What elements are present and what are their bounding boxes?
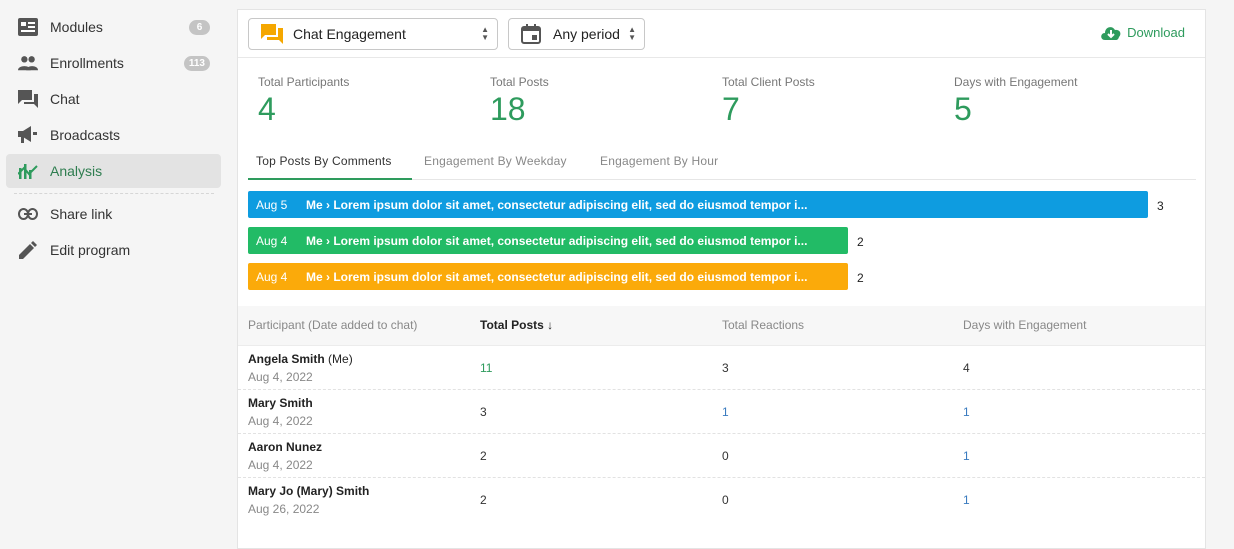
sidebar-item-edit-program[interactable]: Edit program — [6, 233, 221, 267]
cell-total-posts: 11 — [480, 361, 493, 375]
stat-label: Total Client Posts — [722, 75, 815, 89]
stat-value: 7 — [722, 91, 740, 127]
stat-value: 4 — [258, 91, 276, 127]
cell-days-with-engagement: 1 — [963, 405, 970, 419]
post-comment-count: 2 — [857, 235, 864, 249]
cell-days-with-engagement: 1 — [963, 449, 970, 463]
top-post-bar[interactable]: Aug 5 Me › Lorem ipsum dolor sit amet, c… — [248, 191, 1148, 218]
sidebar-item-enrollments[interactable]: Enrollments 113 — [6, 46, 221, 80]
sidebar-item-share-link[interactable]: Share link — [6, 197, 221, 231]
chat-icon — [261, 24, 283, 46]
chevron-updown-icon: ▲ ▼ — [481, 25, 489, 42]
cell-total-posts: 3 — [480, 405, 487, 419]
cell-days-with-engagement: 4 — [963, 361, 970, 375]
participant-date: Aug 4, 2022 — [248, 414, 313, 428]
cell-total-posts: 2 — [480, 449, 487, 463]
count-badge: 6 — [189, 20, 210, 35]
megaphone-icon — [18, 125, 38, 145]
column-header-days-with-engagement[interactable]: Days with Engagement — [963, 318, 1086, 332]
stat-value: 5 — [954, 91, 972, 127]
top-post-bar[interactable]: Aug 4 Me › Lorem ipsum dolor sit amet, c… — [248, 227, 848, 254]
period-select[interactable]: Any period ▲ ▼ — [508, 18, 645, 50]
cell-total-reactions: 1 — [722, 405, 729, 419]
period-value: Any period — [553, 26, 620, 42]
table-row[interactable]: Mary Smith Aug 4, 2022 3 1 1 — [238, 390, 1205, 434]
tab-engagement-by-hour[interactable]: Engagement By Hour — [600, 154, 718, 180]
post-text: Me › Lorem ipsum dolor sit amet, consect… — [306, 234, 808, 248]
column-header-total-reactions[interactable]: Total Reactions — [722, 318, 804, 332]
tab-top-posts-by-comments[interactable]: Top Posts By Comments — [248, 154, 412, 180]
post-comment-count: 2 — [857, 271, 864, 285]
tab-engagement-by-weekday[interactable]: Engagement By Weekday — [424, 154, 567, 180]
sidebar-item-chat[interactable]: Chat — [6, 82, 221, 116]
table-row[interactable]: Mary Jo (Mary) Smith Aug 26, 2022 2 0 1 — [238, 478, 1205, 522]
sidebar-item-label: Share link — [50, 206, 113, 222]
participant-name: Mary Smith — [248, 396, 313, 410]
participant-name: Aaron Nunez — [248, 440, 323, 454]
calendar-icon — [521, 24, 543, 46]
count-badge: 113 — [183, 56, 210, 71]
cloud-download-icon — [1101, 27, 1121, 40]
download-label: Download — [1127, 24, 1185, 40]
chevron-updown-icon: ▲ ▼ — [628, 25, 636, 42]
participant-date: Aug 4, 2022 — [248, 370, 313, 384]
cell-total-reactions: 3 — [722, 361, 729, 375]
post-text: Me › Lorem ipsum dolor sit amet, consect… — [306, 198, 808, 212]
toolbar: Chat Engagement ▲ ▼ Any period ▲ ▼ Downloa… — [238, 10, 1205, 58]
stat-total-posts: Total Posts 18 — [490, 75, 549, 128]
cell-total-reactions: 0 — [722, 493, 729, 507]
stat-total-participants: Total Participants 4 — [258, 75, 349, 128]
cell-total-posts: 2 — [480, 493, 487, 507]
sidebar-item-label: Broadcasts — [50, 127, 121, 143]
analysis-tabs: Top Posts By Comments Engagement By Week… — [248, 150, 1196, 180]
chat-icon — [18, 89, 38, 109]
sidebar: Modules 6 Enrollments 113 Chat Broadcast… — [0, 0, 228, 538]
people-icon — [18, 53, 38, 73]
sidebar-item-label: Analysis — [50, 163, 103, 179]
report-type-select[interactable]: Chat Engagement ▲ ▼ — [248, 18, 498, 50]
stat-label: Total Participants — [258, 75, 350, 89]
participant-name: Mary Jo (Mary) Smith — [248, 484, 370, 498]
link-icon — [18, 204, 38, 224]
sidebar-item-modules[interactable]: Modules 6 — [6, 10, 221, 44]
main-panel: Chat Engagement ▲ ▼ Any period ▲ ▼ Downloa… — [237, 9, 1206, 549]
post-comment-count: 3 — [1157, 199, 1164, 213]
participant-date: Aug 26, 2022 — [248, 502, 320, 516]
column-header-label: Total Posts — [480, 318, 544, 332]
download-button[interactable]: Download — [1100, 24, 1185, 40]
report-type-value: Chat Engagement — [293, 26, 406, 42]
post-date: Aug 4 — [256, 234, 288, 248]
stat-label: Days with Engagement — [954, 75, 1078, 89]
participants-table-header: Participant (Date added to chat) Total P… — [238, 306, 1205, 346]
participant-date: Aug 4, 2022 — [248, 458, 313, 472]
arrow-down-icon: ↓ — [547, 318, 554, 332]
sidebar-item-label: Edit program — [50, 242, 131, 258]
column-header-total-posts[interactable]: Total Posts ↓ — [480, 318, 553, 332]
sidebar-item-label: Enrollments — [50, 55, 124, 71]
post-date: Aug 5 — [256, 198, 288, 212]
post-date: Aug 4 — [256, 270, 288, 284]
participant-name-text: Angela Smith — [248, 352, 325, 366]
pencil-icon — [18, 240, 38, 260]
me-label: (Me) — [328, 352, 353, 366]
stat-days-with-engagement: Days with Engagement 5 — [954, 75, 1077, 128]
cell-days-with-engagement: 1 — [963, 493, 970, 507]
stat-label: Total Posts — [490, 75, 549, 89]
sidebar-item-label: Modules — [50, 19, 103, 35]
sidebar-divider — [14, 193, 214, 194]
table-row[interactable]: Aaron Nunez Aug 4, 2022 2 0 1 — [238, 434, 1205, 478]
top-post-bar[interactable]: Aug 4 Me › Lorem ipsum dolor sit amet, c… — [248, 263, 848, 290]
sidebar-item-label: Chat — [50, 91, 80, 107]
stat-value: 18 — [490, 91, 526, 127]
modules-icon — [18, 17, 38, 37]
analysis-icon — [18, 161, 38, 181]
cell-total-reactions: 0 — [722, 449, 729, 463]
stat-total-client-posts: Total Client Posts 7 — [722, 75, 815, 128]
sidebar-item-broadcasts[interactable]: Broadcasts — [6, 118, 221, 152]
column-header-participant[interactable]: Participant (Date added to chat) — [248, 318, 417, 332]
post-text: Me › Lorem ipsum dolor sit amet, consect… — [306, 270, 808, 284]
participant-name: Angela Smith (Me) — [248, 352, 353, 366]
sidebar-item-analysis[interactable]: Analysis — [6, 154, 221, 188]
table-row[interactable]: Angela Smith (Me) Aug 4, 2022 11 3 4 — [238, 346, 1205, 390]
